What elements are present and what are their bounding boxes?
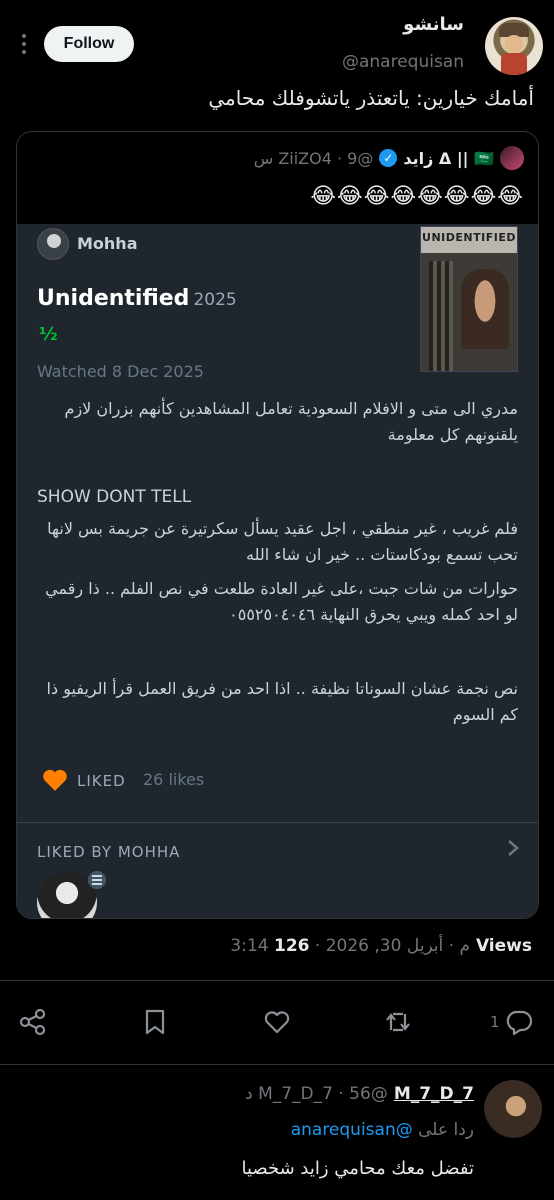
chevron-right-icon — [508, 840, 519, 856]
reviewer-avatar — [37, 228, 69, 260]
like-button[interactable] — [262, 1006, 292, 1038]
reply-text: تفضل معك محامي زايد شخصيا — [241, 1158, 474, 1179]
tweet-text: أمامك خيارين: ياتعتذر ياتشوفلك محامي — [208, 86, 534, 110]
author-avatar[interactable] — [485, 17, 543, 75]
tweet-meta: 3:14 م · أبريل 30, 2026 · 126 Views — [230, 936, 532, 956]
replying-to-mention[interactable]: @anarequisan — [291, 1120, 413, 1140]
quoted-tweet[interactable]: Δ || 🇸🇦 زايد ✓ @ZiiZO4 · 9 س 😂😂😂😂😂😂😂😂 Mo… — [16, 131, 539, 919]
review-paragraph-5: نص نجمة عشان السوناتا نظيفة .. اذا احد م… — [46, 679, 518, 724]
review-paragraph-4: حوارات من شات جبت ،على غير العادة طلعت ف… — [45, 579, 518, 624]
liked-by-label: LIKED BY MOHHA — [37, 843, 181, 861]
list-icon — [86, 869, 108, 891]
film-poster: UNIDENTIFIED — [420, 226, 518, 372]
reply-author-handle: @M_7_D_7 · 56 د — [245, 1084, 388, 1104]
quoted-tweet-text: 😂😂😂😂😂😂😂😂 — [310, 184, 524, 209]
author-handle[interactable]: @anarequisan — [342, 52, 464, 72]
more-options-icon[interactable] — [18, 30, 30, 58]
retweet-button[interactable] — [384, 1006, 412, 1038]
film-title: Unidentified 2025 — [37, 286, 237, 311]
review-paragraph-2: SHOW DONT TELL — [37, 487, 192, 507]
poster-title: UNIDENTIFIED — [422, 231, 516, 244]
reviewer-name: Mohha — [77, 234, 138, 253]
author-display-name[interactable]: سانشو — [403, 14, 464, 35]
review-image[interactable]: Mohha Unidentified 2025 ½ Watched 8 Dec 2… — [17, 224, 538, 918]
timestamp: 3:14 م · أبريل 30, 2026 · — [230, 936, 471, 956]
replying-to: ردا على @anarequisan — [291, 1120, 474, 1140]
views-label: Views — [470, 936, 532, 956]
views-count: 126 — [274, 936, 310, 956]
reply-count: 1 — [490, 1013, 500, 1031]
reply-button[interactable]: 1 — [490, 1006, 534, 1038]
bookmark-icon — [145, 1009, 165, 1035]
divider — [0, 980, 554, 981]
replying-to-prefix: ردا على — [412, 1120, 474, 1140]
film-year: 2025 — [193, 290, 237, 310]
review-paragraph-3: فلم غريب ، غير منطقي ، اجل عقيد يسأل سكر… — [47, 519, 518, 564]
review-paragraph-1: مدري الى متى و الافلام السعودية تعامل ال… — [64, 399, 518, 444]
rating: ½ — [39, 324, 58, 345]
divider — [0, 1064, 554, 1065]
reply-author-avatar[interactable] — [484, 1080, 542, 1138]
reply-header: M_7_D_7 @M_7_D_7 · 56 د — [245, 1084, 474, 1104]
reply-icon — [506, 1010, 532, 1036]
like-icon — [264, 1011, 290, 1034]
verified-icon: ✓ — [379, 149, 398, 167]
quoted-author-name[interactable]: Δ || 🇸🇦 زايد — [403, 149, 494, 168]
heart-icon — [43, 769, 67, 791]
share-icon — [19, 1008, 46, 1036]
quoted-author-avatar[interactable] — [500, 146, 524, 170]
retweet-icon — [386, 1012, 410, 1032]
quoted-tweet-header: Δ || 🇸🇦 زايد ✓ @ZiiZO4 · 9 س — [254, 146, 524, 170]
follow-button[interactable]: Follow — [44, 26, 134, 62]
likes-count: 26 likes — [143, 770, 205, 789]
bookmark-button[interactable] — [142, 1006, 168, 1038]
share-button[interactable] — [18, 1006, 48, 1038]
watched-date: Watched 8 Dec 2025 — [37, 362, 204, 381]
reply-author-name[interactable]: M_7_D_7 — [394, 1084, 474, 1104]
quoted-author-handle: @ZiiZO4 · 9 س — [253, 148, 374, 168]
liked-label: LIKED — [77, 772, 126, 790]
card-divider — [17, 822, 538, 823]
